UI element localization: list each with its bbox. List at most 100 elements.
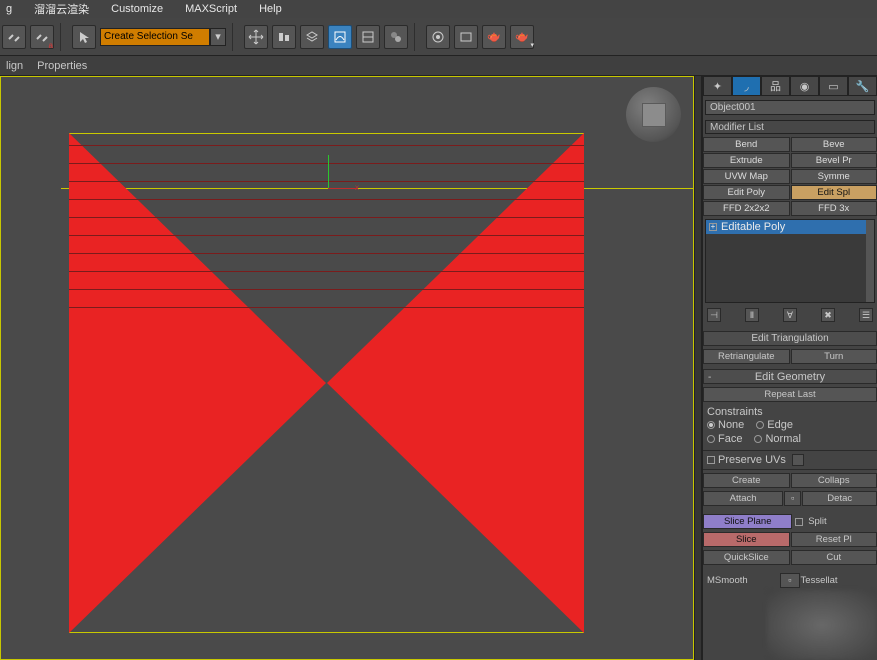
collapse-icon: - bbox=[708, 372, 711, 383]
preserve-uvs-check[interactable]: Preserve UVs bbox=[707, 454, 786, 466]
cut-button[interactable]: Cut bbox=[791, 550, 877, 565]
rollout-edit-geometry[interactable]: -Edit Geometry bbox=[703, 369, 877, 384]
mesh-geometry bbox=[69, 133, 584, 633]
detach-button[interactable]: Detac bbox=[802, 491, 877, 506]
menu-item[interactable]: 溜溜云渲染 bbox=[34, 1, 89, 17]
mod-bevel[interactable]: Beve bbox=[791, 137, 877, 152]
mod-ffd-2x2x2[interactable]: FFD 2x2x2 bbox=[703, 201, 790, 216]
link-icon[interactable] bbox=[2, 25, 26, 49]
render-icon[interactable]: 🫖 bbox=[482, 25, 506, 49]
select-icon[interactable] bbox=[72, 25, 96, 49]
menu-item-maxscript[interactable]: MAXScript bbox=[185, 3, 237, 15]
tab-motion[interactable]: ◉ bbox=[790, 76, 819, 96]
msmooth-label: MSmooth bbox=[703, 573, 779, 588]
object-name-field[interactable]: Object001 bbox=[705, 100, 875, 115]
modifier-buttons: Bend Beve Extrude Bevel Pr UVW Map Symme… bbox=[703, 137, 877, 216]
toolbar-separator bbox=[232, 23, 238, 51]
stack-item-editable-poly[interactable]: + Editable Poly bbox=[706, 220, 874, 234]
wrench-icon: 🔧 bbox=[856, 80, 870, 93]
constraint-none[interactable]: None bbox=[707, 419, 744, 431]
material-editor-icon[interactable] bbox=[384, 25, 408, 49]
selection-set: ▾ bbox=[100, 28, 226, 46]
scrollbar[interactable] bbox=[866, 220, 874, 302]
obscured-region bbox=[767, 590, 877, 660]
mod-bevel-profile[interactable]: Bevel Pr bbox=[791, 153, 877, 168]
slice-plane-button[interactable]: Slice Plane bbox=[703, 514, 792, 529]
selection-set-input[interactable] bbox=[100, 28, 210, 46]
mod-symmetry[interactable]: Symme bbox=[791, 169, 877, 184]
viewport[interactable]: x bbox=[0, 76, 694, 660]
align-icon[interactable] bbox=[272, 25, 296, 49]
menu-bar: g 溜溜云渲染 Customize MAXScript Help bbox=[0, 0, 877, 18]
tab-hierarchy[interactable]: 品 bbox=[761, 76, 790, 96]
constraint-face[interactable]: Face bbox=[707, 433, 742, 445]
configure-sets-icon[interactable]: ☰ bbox=[859, 308, 873, 322]
mod-extrude[interactable]: Extrude bbox=[703, 153, 790, 168]
slice-button[interactable]: Slice bbox=[703, 532, 790, 547]
mod-edit-spline[interactable]: Edit Spl bbox=[791, 185, 877, 200]
toolbar-separator bbox=[60, 23, 66, 51]
create-button[interactable]: Create bbox=[703, 473, 790, 488]
attach-list-button[interactable]: ▫ bbox=[784, 491, 801, 506]
move-icon[interactable] bbox=[244, 25, 268, 49]
collapse-button[interactable]: Collaps bbox=[791, 473, 877, 488]
make-unique-icon[interactable]: ∀ bbox=[783, 308, 797, 322]
ribbon-item[interactable]: lign bbox=[6, 60, 23, 72]
hierarchy-icon: 品 bbox=[770, 78, 781, 94]
mod-edit-poly[interactable]: Edit Poly bbox=[703, 185, 790, 200]
ribbon-item-properties[interactable]: Properties bbox=[37, 60, 87, 72]
attach-button[interactable]: Attach bbox=[703, 491, 783, 506]
menu-item-help[interactable]: Help bbox=[259, 3, 282, 15]
rollout-edit-triangulation[interactable]: Edit Triangulation bbox=[703, 331, 877, 346]
mod-ffd-3x3x3[interactable]: FFD 3x bbox=[791, 201, 877, 216]
render-frame-icon[interactable] bbox=[454, 25, 478, 49]
viewcube[interactable] bbox=[626, 87, 681, 142]
toolbar-separator bbox=[414, 23, 420, 51]
reset-plane-button[interactable]: Reset Pl bbox=[791, 532, 877, 547]
menu-item-customize[interactable]: Customize bbox=[111, 3, 163, 15]
arc-icon: ◞ bbox=[744, 80, 748, 93]
menu-item[interactable]: g bbox=[6, 3, 12, 15]
stack-item-label: Editable Poly bbox=[721, 221, 785, 233]
dock-gap bbox=[694, 76, 702, 660]
layers-icon[interactable] bbox=[300, 25, 324, 49]
modifier-stack[interactable]: + Editable Poly bbox=[705, 219, 875, 303]
tab-display[interactable]: ▭ bbox=[819, 76, 848, 96]
tab-utilities[interactable]: 🔧 bbox=[848, 76, 877, 96]
pin-stack-icon[interactable]: ⊣ bbox=[707, 308, 721, 322]
show-end-result-icon[interactable]: Ⅱ bbox=[745, 308, 759, 322]
modifier-list-dropdown[interactable]: Modifier List bbox=[705, 120, 875, 134]
msmooth-settings[interactable]: ▫ bbox=[780, 573, 799, 588]
quickslice-button[interactable]: QuickSlice bbox=[703, 550, 790, 565]
selection-set-dropdown[interactable]: ▾ bbox=[210, 28, 226, 46]
expand-icon[interactable]: + bbox=[709, 223, 717, 231]
constraints-label: Constraints bbox=[707, 406, 873, 418]
viewcube-face[interactable] bbox=[642, 103, 666, 127]
render-production-icon[interactable]: 🫖▾ bbox=[510, 25, 534, 49]
object-bounds bbox=[69, 133, 584, 660]
plus-icon: ✦ bbox=[713, 80, 722, 93]
schematic-icon[interactable] bbox=[356, 25, 380, 49]
render-setup-icon[interactable] bbox=[426, 25, 450, 49]
mod-uvw-map[interactable]: UVW Map bbox=[703, 169, 790, 184]
turn-button[interactable]: Turn bbox=[791, 349, 877, 364]
curve-editor-icon[interactable] bbox=[328, 25, 352, 49]
preserve-uvs-settings[interactable] bbox=[792, 454, 804, 466]
remove-modifier-icon[interactable]: ✖ bbox=[821, 308, 835, 322]
retriangulate-button[interactable]: Retriangulate bbox=[703, 349, 790, 364]
constraint-edge[interactable]: Edge bbox=[756, 419, 793, 431]
tessellate-label: Tessellat bbox=[801, 573, 877, 588]
repeat-last-button[interactable]: Repeat Last bbox=[703, 387, 877, 402]
main-toolbar: a ▾ 🫖 🫖▾ bbox=[0, 18, 877, 56]
stack-tools: ⊣ Ⅱ ∀ ✖ ☰ bbox=[703, 306, 877, 326]
display-icon: ▭ bbox=[828, 80, 838, 93]
constraints-group: Constraints None Edge Face Normal bbox=[703, 404, 877, 448]
unlink-icon[interactable]: a bbox=[30, 25, 54, 49]
tab-modify[interactable]: ◞ bbox=[732, 76, 761, 96]
command-panel-tabs: ✦ ◞ 品 ◉ ▭ 🔧 bbox=[703, 76, 877, 96]
tab-create[interactable]: ✦ bbox=[703, 76, 732, 96]
mod-bend[interactable]: Bend bbox=[703, 137, 790, 152]
command-panel: ✦ ◞ 品 ◉ ▭ 🔧 Object001 Modifier List Bend… bbox=[702, 76, 877, 660]
split-check[interactable] bbox=[795, 518, 803, 526]
constraint-normal[interactable]: Normal bbox=[754, 433, 800, 445]
